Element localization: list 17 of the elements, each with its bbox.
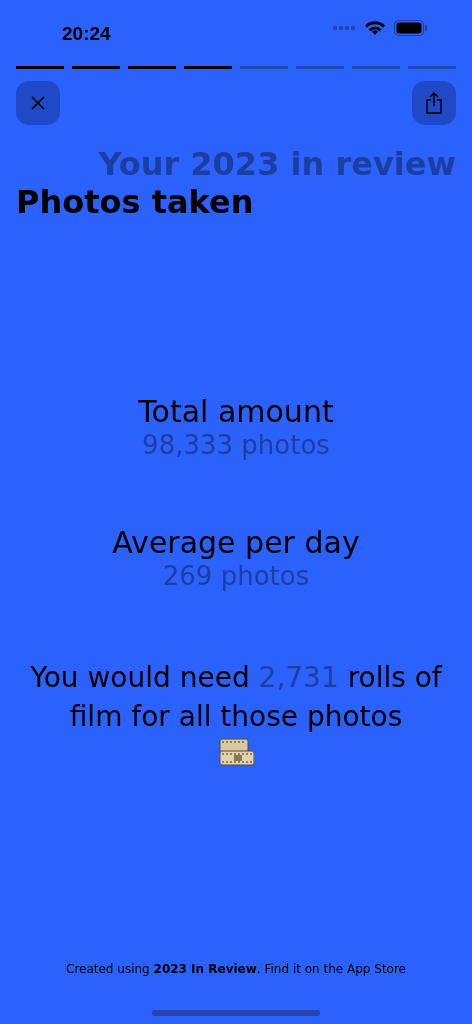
- status-time: 20:24: [62, 22, 111, 46]
- film-icon: [218, 736, 254, 767]
- close-icon: [30, 95, 46, 111]
- close-button[interactable]: [16, 81, 60, 125]
- page-title: Photos taken: [16, 183, 255, 222]
- footer-text: Created using 2023 In Review. Find it on the App Store: [65, 961, 407, 978]
- stat-value: 269 photos: [162, 560, 310, 593]
- stat-value: 98,333 photos: [142, 429, 330, 461]
- share-button[interactable]: [412, 81, 456, 125]
- stat-label: Average per day: [112, 524, 360, 561]
- fact-text: You would need 2,731 rolls of film for all those photos: [29, 660, 443, 736]
- battery-icon: [394, 20, 428, 36]
- share-icon: [425, 92, 443, 114]
- wifi-icon: [364, 20, 386, 36]
- signal-icon: [332, 25, 356, 31]
- header-kicker: Your 2023 in review: [97, 145, 456, 184]
- stat-label: Total amount: [138, 393, 334, 430]
